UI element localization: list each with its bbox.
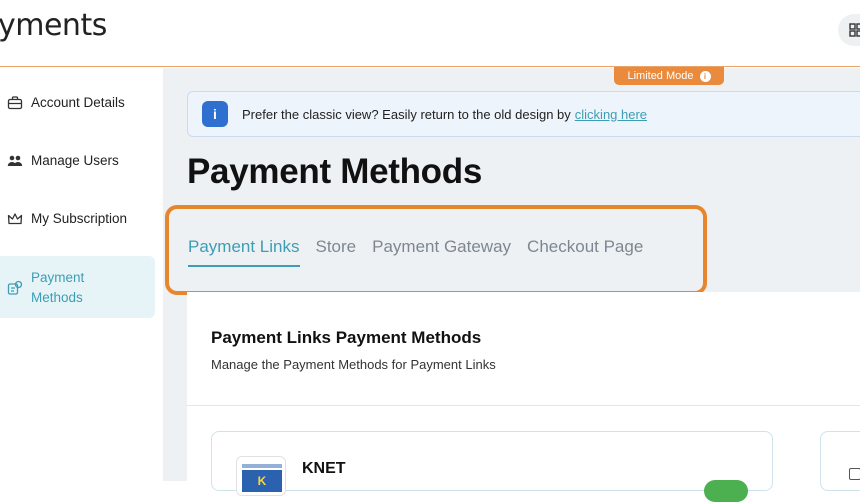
app-logo: yments	[0, 8, 107, 43]
page-title: Payment Methods	[187, 152, 482, 191]
sidebar-item-payment-methods[interactable]: Payment Methods	[0, 256, 155, 318]
classic-view-link[interactable]: clicking here	[575, 107, 647, 122]
classic-view-banner: i Prefer the classic view? Easily return…	[187, 91, 860, 137]
grid-icon	[849, 23, 860, 37]
payment-method-card	[820, 431, 860, 491]
apps-grid-button[interactable]	[838, 14, 860, 46]
briefcase-icon	[7, 96, 23, 110]
method-icon	[849, 468, 860, 480]
logo-letter: K	[242, 470, 282, 492]
tab-payment-links[interactable]: Payment Links	[188, 237, 300, 267]
top-bar: yments	[0, 0, 860, 67]
sidebar-item-manage-users[interactable]: Manage Users	[0, 153, 155, 169]
tab-checkout-page[interactable]: Checkout Page	[527, 237, 643, 267]
sidebar-item-label: Payment Methods	[31, 270, 85, 305]
info-icon: i	[699, 70, 711, 82]
crown-icon	[7, 213, 23, 225]
payment-method-card: K KNET	[211, 431, 773, 502]
sidebar-item-label: My Subscription	[31, 211, 128, 226]
payment-tabs: Payment Links Store Payment Gateway Chec…	[188, 237, 643, 267]
knet-logo: K	[236, 456, 286, 496]
limited-mode-badge[interactable]: Limited Mode i	[614, 67, 724, 85]
info-icon: i	[202, 101, 228, 127]
panel-subtitle: Manage the Payment Methods for Payment L…	[211, 357, 496, 372]
badge-label: Limited Mode	[627, 70, 694, 82]
sidebar-item-account-details[interactable]: Account Details	[0, 95, 155, 111]
users-icon	[7, 155, 23, 166]
tab-payment-gateway[interactable]: Payment Gateway	[372, 237, 511, 267]
sidebar-item-my-subscription[interactable]: My Subscription	[0, 211, 155, 227]
sidebar: Account Details Manage Users My Subscrip…	[0, 68, 163, 481]
sidebar-item-label: Manage Users	[31, 153, 119, 168]
panel-divider	[187, 405, 860, 406]
sidebar-item-label: Account Details	[31, 95, 125, 110]
tab-store[interactable]: Store	[316, 237, 357, 267]
panel-title: Payment Links Payment Methods	[211, 328, 482, 347]
payment-method-name: KNET	[302, 460, 346, 477]
payment-method-toggle[interactable]	[704, 480, 748, 502]
banner-text: Prefer the classic view? Easily return t…	[242, 106, 571, 122]
payment-methods-icon	[7, 280, 23, 295]
logo-strip	[242, 464, 282, 468]
